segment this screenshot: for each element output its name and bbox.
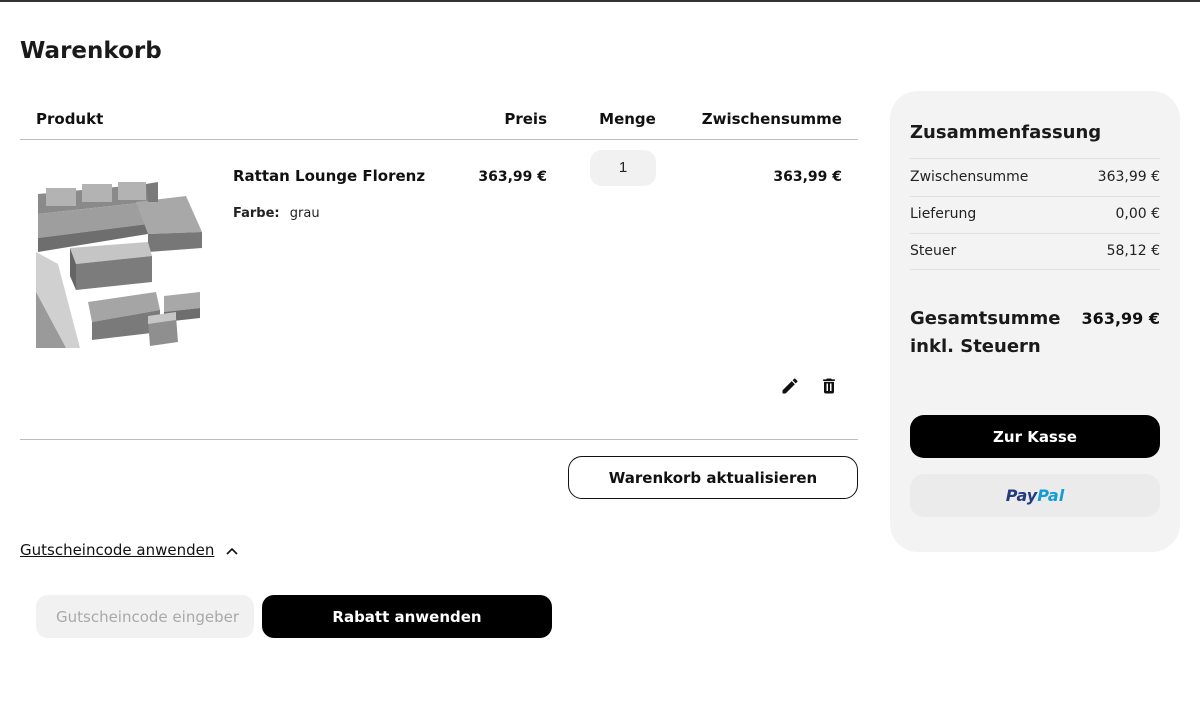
total-value: 363,99 € — [1081, 309, 1160, 328]
coupon-input[interactable] — [36, 595, 254, 638]
summary-row-value: 0,00 € — [1115, 206, 1160, 222]
product-image[interactable] — [36, 172, 206, 348]
summary-divider — [910, 158, 1160, 159]
summary-row-delivery: Lieferung 0,00 € — [910, 206, 1160, 222]
summary-row-label: Steuer — [910, 243, 957, 259]
trash-icon — [823, 378, 835, 394]
attribute-value: grau — [289, 206, 320, 221]
delete-item-button[interactable] — [817, 374, 841, 398]
coupon-toggle[interactable]: Gutscheincode anwenden — [20, 541, 238, 559]
summary-divider — [910, 269, 1160, 270]
chevron-up-icon — [226, 541, 238, 559]
column-header-price: Preis — [504, 110, 547, 128]
item-subtotal: 363,99 € — [773, 169, 842, 185]
order-summary: Zusammenfassung Zwischensumme 363,99 € L… — [890, 91, 1180, 552]
product-name[interactable]: Rattan Lounge Florenz — [233, 167, 425, 185]
checkout-button[interactable]: Zur Kasse — [910, 415, 1160, 458]
summary-row-label: Lieferung — [910, 206, 977, 222]
page-title: Warenkorb — [20, 38, 162, 64]
column-header-quantity: Menge — [599, 110, 656, 128]
column-header-product: Produkt — [36, 110, 104, 128]
summary-divider — [910, 196, 1160, 197]
summary-row-value: 58,12 € — [1106, 243, 1160, 259]
summary-row-subtotal: Zwischensumme 363,99 € — [910, 169, 1160, 185]
quantity-input[interactable] — [590, 150, 656, 186]
header-divider — [20, 139, 858, 140]
edit-item-button[interactable] — [778, 374, 802, 398]
pencil-icon — [782, 378, 798, 394]
item-price: 363,99 € — [478, 169, 547, 185]
summary-title: Zusammenfassung — [910, 122, 1102, 143]
paypal-logo-part1: Pay — [1005, 486, 1038, 505]
apply-discount-button[interactable]: Rabatt anwenden — [262, 595, 552, 638]
top-border — [0, 0, 1200, 2]
total-label: Gesamtsumme inkl. Steuern — [910, 308, 1061, 357]
update-cart-button[interactable]: Warenkorb aktualisieren — [568, 456, 858, 499]
summary-row-label: Zwischensumme — [910, 169, 1029, 185]
column-header-subtotal: Zwischensumme — [701, 110, 842, 128]
summary-row-value: 363,99 € — [1097, 169, 1160, 185]
product-attribute: Farbe: grau — [233, 206, 320, 221]
summary-divider — [910, 233, 1160, 234]
summary-row-tax: Steuer 58,12 € — [910, 243, 1160, 259]
item-divider — [20, 439, 858, 440]
paypal-logo-part2: Pal — [1037, 486, 1065, 505]
attribute-label: Farbe: — [233, 206, 280, 221]
paypal-button[interactable]: Pay Pal — [910, 474, 1160, 517]
coupon-toggle-label: Gutscheincode anwenden — [20, 541, 215, 559]
